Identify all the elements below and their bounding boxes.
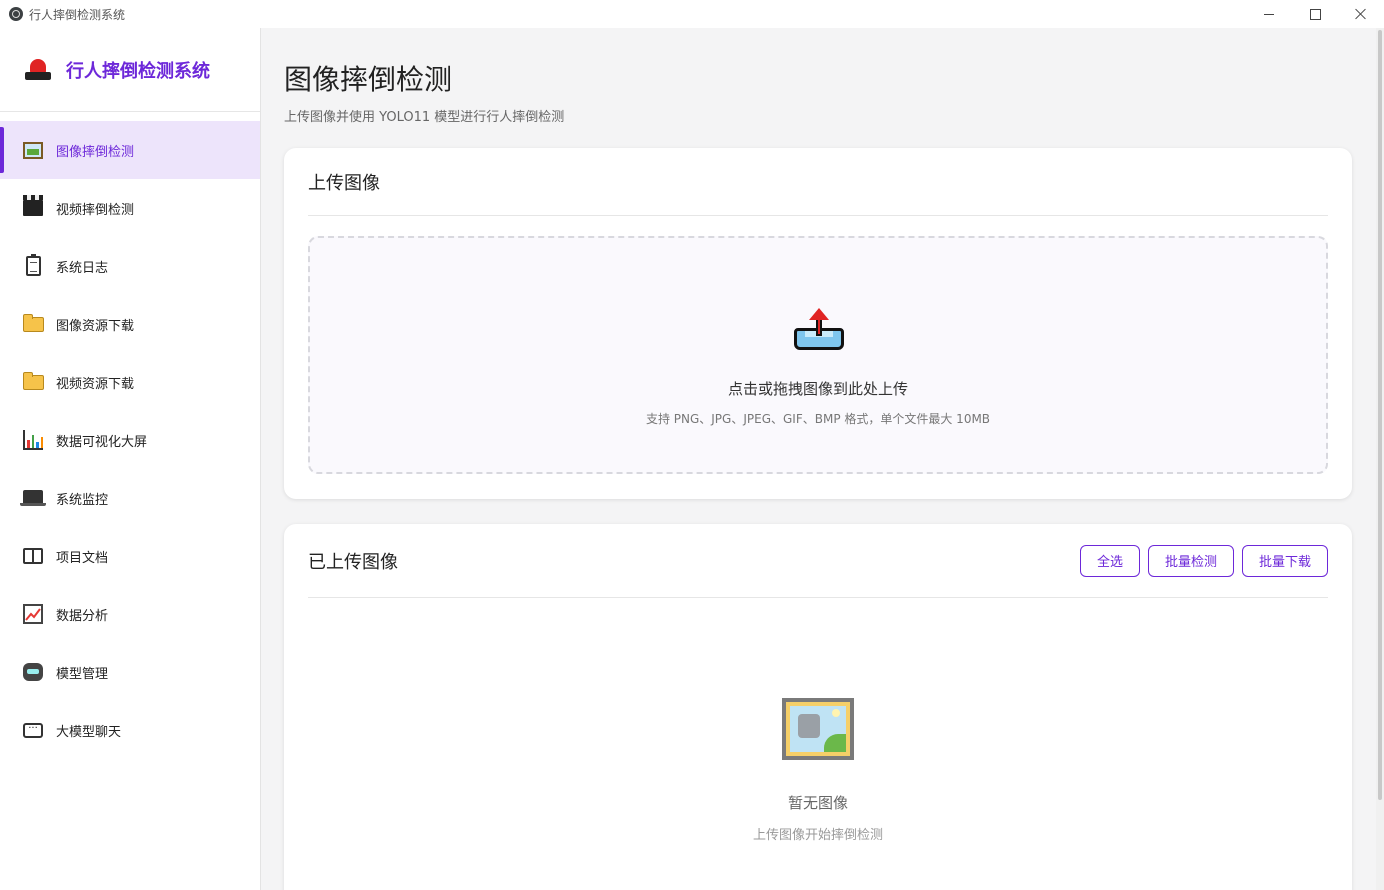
brand-title: 行人摔倒检测系统 [66,60,210,82]
uploaded-card-header: 已上传图像 全选 批量检测 批量下载 [308,524,1328,598]
upload-card-title: 上传图像 [308,172,380,194]
upload-dropzone[interactable]: 点击或拖拽图像到此处上传 支持 PNG、JPG、JPEG、GIF、BMP 格式，… [308,236,1328,474]
framed-picture-icon [22,139,44,161]
scrollbar-thumb[interactable] [1378,30,1382,800]
close-icon [1355,8,1367,20]
sidebar-item-label: 系统日志 [56,260,109,276]
app-icon [9,7,23,21]
upload-card: 上传图像 点击或拖拽图像到此处上传 支持 PNG、JPG、JPEG、GIF、BM… [284,148,1352,499]
line-chart-icon [22,603,44,625]
upload-tray-icon [792,308,848,354]
laptop-icon [20,487,46,509]
page-title: 图像摔倒检测 [284,63,453,96]
folder-icon [22,313,44,335]
upload-card-header: 上传图像 [308,148,1328,216]
sidebar-item-label: 视频资源下载 [56,376,135,392]
sidebar-item-label: 大模型聊天 [56,724,122,740]
sidebar-item-label: 系统监控 [56,492,109,508]
minimize-button[interactable] [1246,0,1292,28]
sidebar-item-dashboard[interactable]: 数据可视化大屏 [0,411,260,469]
sidebar-item-label: 图像资源下载 [56,318,135,334]
clipboard-icon [22,254,44,277]
book-icon [22,545,44,567]
empty-state-title: 暂无图像 [787,794,848,812]
folder-icon [22,371,44,393]
sidebar-item-video-detection[interactable]: 视频摔倒检测 [0,179,260,237]
alarm-light-icon [24,57,52,83]
sidebar-item-label: 视频摔倒检测 [56,202,135,218]
sidebar-item-model-management[interactable]: 模型管理 [0,643,260,701]
robot-icon [22,661,44,683]
sidebar-item-label: 图像摔倒检测 [56,144,135,160]
main-scrollbar[interactable] [1376,28,1384,890]
sidebar-item-video-download[interactable]: 视频资源下载 [0,353,260,411]
close-button[interactable] [1338,0,1384,28]
upload-format-hint: 支持 PNG、JPG、JPEG、GIF、BMP 格式，单个文件最大 10MB [645,412,991,426]
sidebar-item-label: 数据可视化大屏 [56,434,148,450]
sidebar-nav: 图像摔倒检测 视频摔倒检测 系统日志 图像资源下载 视频资源下载 数据可视化大屏… [0,121,260,759]
main-content: 图像摔倒检测 上传图像并使用 YOLO11 模型进行行人摔倒检测 上传图像 点击… [261,28,1376,890]
uploaded-card-title: 已上传图像 [308,551,398,573]
sidebar-item-llm-chat[interactable]: ··· 大模型聊天 [0,701,260,759]
sidebar-item-image-download[interactable]: 图像资源下载 [0,295,260,353]
uploaded-images-card: 已上传图像 全选 批量检测 批量下载 暂无图像 上传图像开始摔倒检测 [284,524,1352,890]
bar-chart-icon [22,429,44,451]
empty-state-subtitle: 上传图像开始摔倒检测 [752,828,883,843]
maximize-button[interactable] [1292,0,1338,28]
speech-bubble-icon: ··· [22,719,44,741]
upload-instruction: 点击或拖拽图像到此处上传 [727,380,908,398]
maximize-icon [1309,8,1321,20]
select-all-button[interactable]: 全选 [1079,544,1140,577]
batch-download-button[interactable]: 批量下载 [1241,544,1328,577]
framed-picture-icon [782,698,854,760]
brand: 行人摔倒检测系统 [0,28,260,112]
sidebar: 行人摔倒检测系统 图像摔倒检测 视频摔倒检测 系统日志 图像资源下载 视频资源下… [0,28,261,890]
uploaded-actions: 全选 批量检测 批量下载 [1079,544,1328,577]
title-bar: 行人摔倒检测系统 [0,0,1384,28]
sidebar-item-system-monitor[interactable]: 系统监控 [0,469,260,527]
page-subtitle: 上传图像并使用 YOLO11 模型进行行人摔倒检测 [284,110,565,125]
sidebar-item-project-docs[interactable]: 项目文档 [0,527,260,585]
sidebar-item-label: 模型管理 [56,666,109,682]
sidebar-item-data-analysis[interactable]: 数据分析 [0,585,260,643]
clapper-board-icon [22,195,44,219]
window-title: 行人摔倒检测系统 [29,7,126,22]
sidebar-item-label: 数据分析 [56,608,109,624]
sidebar-item-image-detection[interactable]: 图像摔倒检测 [0,121,260,179]
sidebar-item-label: 项目文档 [56,550,109,566]
batch-detect-button[interactable]: 批量检测 [1147,544,1234,577]
minimize-icon [1264,13,1274,15]
sidebar-item-system-log[interactable]: 系统日志 [0,237,260,295]
